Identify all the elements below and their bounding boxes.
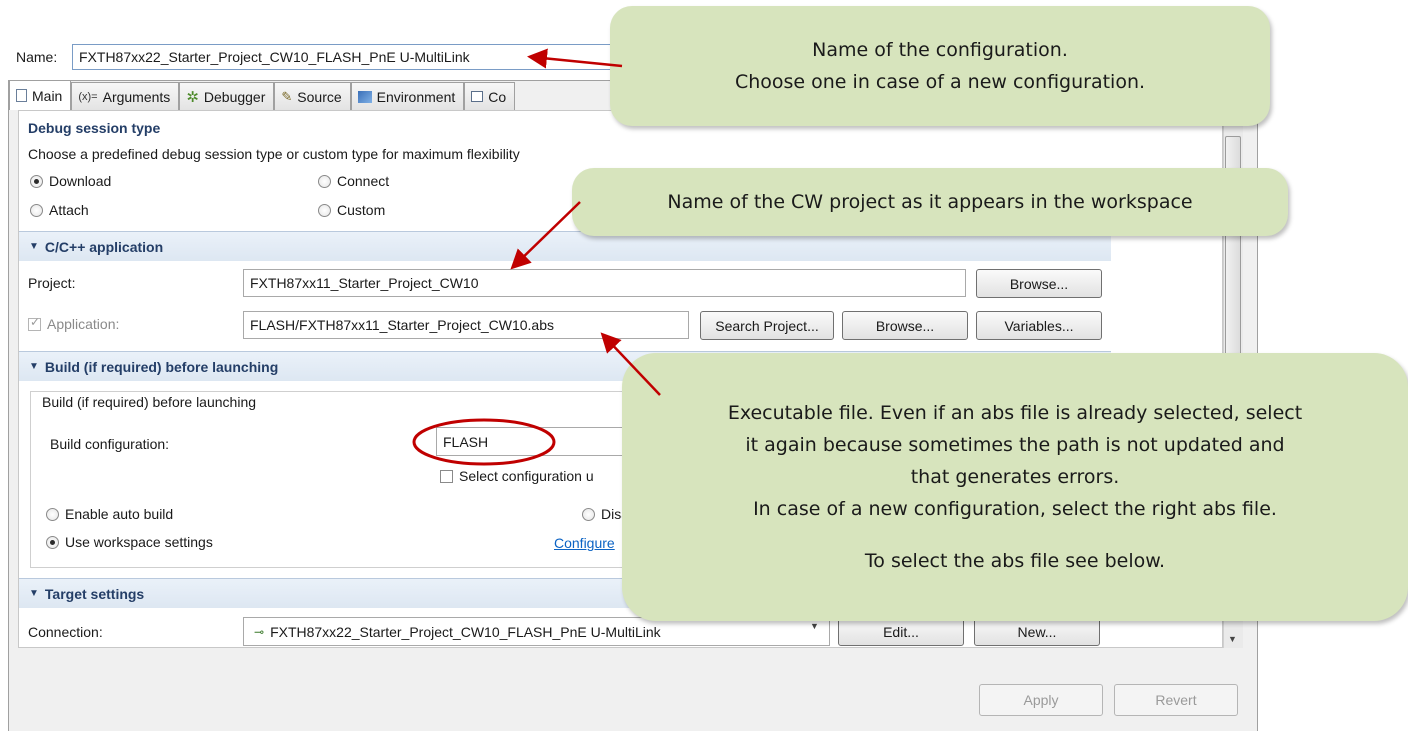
arrow-to-name-field bbox=[527, 48, 623, 69]
arrow-to-application-field bbox=[600, 332, 661, 396]
arrow-to-project-field bbox=[510, 201, 581, 270]
annotation-arrows bbox=[510, 48, 661, 396]
